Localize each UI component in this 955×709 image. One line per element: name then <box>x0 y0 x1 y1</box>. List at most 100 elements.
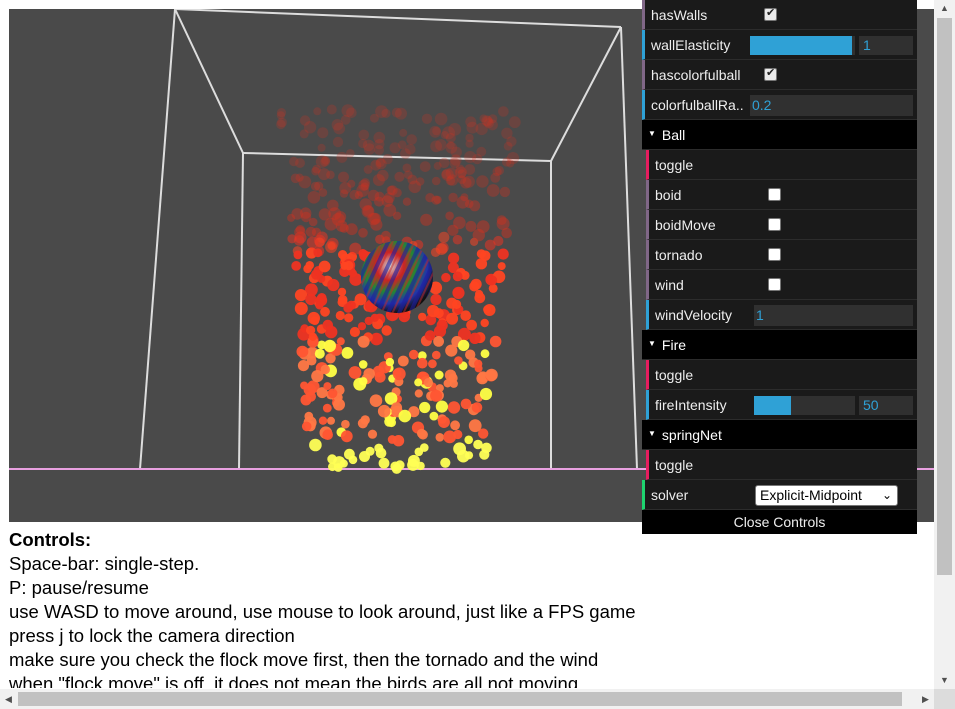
wind-label: wind <box>655 277 684 293</box>
fire-particle <box>487 275 498 285</box>
fire-particle <box>448 373 458 383</box>
wall-edge <box>174 9 622 28</box>
close-controls-button[interactable]: Close Controls <box>642 510 917 534</box>
fire-particle <box>369 113 379 123</box>
fire-particle <box>469 200 481 212</box>
fire-particle <box>336 151 348 163</box>
ball-toggle-button[interactable]: toggle <box>646 150 917 180</box>
fire-particle <box>493 235 504 247</box>
fire-particle <box>499 186 511 198</box>
wind-row[interactable]: wind <box>646 270 917 300</box>
fire-particle <box>337 295 348 305</box>
tornado-row[interactable]: tornado <box>646 240 917 270</box>
fire-particle <box>327 278 340 292</box>
has-colorful-ball-row[interactable]: hascolorfulball <box>642 60 917 90</box>
wind-velocity-input[interactable]: 1 <box>754 305 913 326</box>
fire-particle <box>369 394 383 408</box>
boid-move-checkbox[interactable] <box>768 218 781 231</box>
scroll-up-icon[interactable]: ▲ <box>934 0 955 17</box>
fire-particle <box>414 389 423 398</box>
fire-particle <box>305 293 317 306</box>
fire-particle <box>439 157 450 169</box>
ball-folder-label: Ball <box>661 127 686 143</box>
tornado-checkbox[interactable] <box>768 248 781 261</box>
scroll-down-icon[interactable]: ▼ <box>934 672 955 689</box>
fire-particle <box>297 360 310 372</box>
fire-particle <box>464 435 474 445</box>
solver-selected-value: Explicit-Midpoint <box>760 487 862 503</box>
horizontal-scrollbar[interactable]: ◀ ▶ <box>0 689 934 709</box>
fire-folder-title[interactable]: ▼ Fire <box>642 330 917 360</box>
solver-select[interactable]: Explicit-Midpoint ⌄ <box>755 485 898 506</box>
boid-checkbox[interactable] <box>768 188 781 201</box>
fire-particle <box>310 316 320 325</box>
wall-edge <box>550 26 622 162</box>
fire-particle <box>315 155 329 168</box>
boid-move-row[interactable]: boidMove <box>646 210 917 240</box>
springnet-folder-title[interactable]: ▼ springNet <box>642 420 917 450</box>
fire-particle <box>331 212 345 226</box>
fire-particle <box>300 381 309 390</box>
wind-checkbox[interactable] <box>768 278 781 291</box>
fire-particle <box>399 128 408 137</box>
fire-particle <box>328 462 337 472</box>
controls-line: Space-bar: single-step. <box>9 553 200 574</box>
fire-particle <box>359 377 368 386</box>
fire-particle <box>397 355 409 367</box>
fire-particle <box>418 312 427 322</box>
fire-intensity-input[interactable]: 50 <box>859 396 913 415</box>
fire-particle <box>375 447 387 459</box>
fire-particle <box>377 404 391 418</box>
fire-particle <box>498 106 509 117</box>
fire-particle <box>420 213 433 226</box>
wall-elasticity-input[interactable]: 1 <box>859 36 913 55</box>
fire-particle <box>385 357 395 367</box>
fire-particle <box>314 348 325 359</box>
fire-particle <box>360 415 370 425</box>
fire-particle <box>362 139 375 152</box>
chevron-down-icon: ⌄ <box>881 488 892 502</box>
fire-particle <box>405 144 416 155</box>
fire-particle <box>475 258 488 270</box>
fire-particle <box>341 104 355 117</box>
has-colorful-ball-label: hascolorfulball <box>651 67 741 83</box>
boid-row[interactable]: boid <box>646 180 917 210</box>
has-walls-row[interactable]: hasWalls <box>642 0 917 30</box>
springnet-toggle-label: toggle <box>655 457 694 473</box>
fire-particle <box>473 439 483 450</box>
fire-particle <box>345 223 358 236</box>
colorful-ball-radius-input[interactable]: 0.2 <box>750 95 913 116</box>
fire-particle <box>503 141 513 151</box>
vertical-scrollbar[interactable]: ▲ ▼ <box>934 0 955 689</box>
fire-particle <box>347 179 356 188</box>
fire-particle <box>338 171 349 183</box>
fire-particle <box>427 304 440 318</box>
fire-particle <box>435 400 448 413</box>
wind-velocity-label: windVelocity <box>655 307 733 323</box>
vertical-scroll-thumb[interactable] <box>937 18 952 575</box>
fire-particle <box>501 227 512 239</box>
fire-intensity-slider[interactable] <box>754 396 855 415</box>
fire-particle <box>341 419 350 429</box>
fire-particle <box>434 112 448 126</box>
fire-particle <box>435 433 445 442</box>
fire-particle <box>387 185 398 196</box>
fire-particle <box>317 127 329 139</box>
fire-particle <box>428 359 437 369</box>
fire-particle <box>362 205 374 217</box>
has-walls-checkbox[interactable] <box>764 6 777 21</box>
fire-particle <box>358 129 370 141</box>
scroll-left-icon[interactable]: ◀ <box>0 689 17 709</box>
wall-elasticity-slider[interactable] <box>750 36 855 55</box>
has-colorful-ball-checkbox[interactable] <box>764 66 777 81</box>
fire-particle <box>485 368 498 382</box>
ball-folder-title[interactable]: ▼ Ball <box>642 120 917 150</box>
fire-particle <box>294 302 308 315</box>
fire-particle <box>296 345 309 358</box>
scroll-right-icon[interactable]: ▶ <box>917 689 934 709</box>
fire-particle <box>468 419 482 433</box>
springnet-toggle-button[interactable]: toggle <box>646 450 917 480</box>
fire-toggle-button[interactable]: toggle <box>646 360 917 390</box>
horizontal-scroll-thumb[interactable] <box>18 692 902 706</box>
fire-particle <box>448 252 460 264</box>
